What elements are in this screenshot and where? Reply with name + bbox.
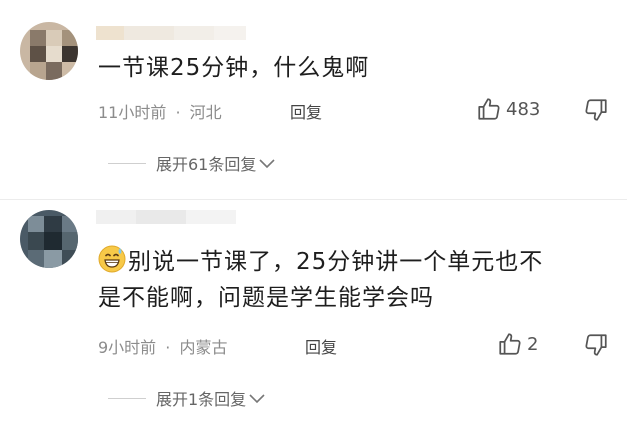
- username-blurred[interactable]: [96, 26, 246, 40]
- comment-meta: 11小时前 · 河北: [98, 99, 222, 123]
- reply-button[interactable]: 回复: [290, 99, 322, 123]
- comment-text: 别说一节课了，25分钟讲一个单元也不 是不能啊，问题是学生能学会吗: [98, 244, 618, 316]
- comment-time: 9小时前: [98, 338, 157, 357]
- chevron-down-icon: [259, 159, 275, 169]
- expand-replies-label: 展开1条回复: [156, 390, 247, 409]
- comment-text-line: 一节课25分钟，什么鬼啊: [98, 55, 370, 81]
- avatar[interactable]: [20, 22, 78, 80]
- comment-meta: 9小时前 · 内蒙古: [98, 334, 227, 358]
- comment-text-line1: 别说一节课了，25分钟讲一个单元也不: [128, 249, 544, 275]
- reply-button[interactable]: 回复: [305, 334, 337, 358]
- thumbs-up-icon: [478, 98, 500, 120]
- expand-replies-button[interactable]: 展开1条回复: [108, 386, 268, 410]
- like-button[interactable]: 483: [476, 96, 540, 122]
- username-blurred[interactable]: [96, 210, 236, 224]
- meta-separator: ·: [165, 338, 171, 357]
- avatar[interactable]: [20, 210, 78, 268]
- comment-location: 内蒙古: [179, 338, 228, 357]
- divider-dash: [108, 397, 146, 399]
- thumbs-up-icon: [499, 333, 521, 355]
- thumbs-down-icon: [585, 99, 607, 121]
- grin-sweat-icon: [98, 245, 126, 273]
- comment-item: 别说一节课了，25分钟讲一个单元也不 是不能啊，问题是学生能学会吗 9小时前 ·…: [0, 200, 627, 438]
- comment-text-line2: 是不能啊，问题是学生能学会吗: [98, 285, 434, 311]
- dislike-button[interactable]: [583, 97, 609, 127]
- thumbs-down-icon: [585, 334, 607, 356]
- like-button[interactable]: 2: [497, 331, 538, 357]
- comment-text: 一节课25分钟，什么鬼啊: [98, 50, 369, 86]
- meta-separator: ·: [175, 103, 181, 122]
- divider-dash: [108, 162, 146, 164]
- comment-location: 河北: [189, 103, 222, 122]
- dislike-button[interactable]: [583, 332, 609, 362]
- expand-replies-button[interactable]: 展开61条回复: [108, 151, 278, 175]
- like-count: 2: [527, 333, 539, 355]
- comment-text-line: 别说一节课了，25分钟讲一个单元也不: [98, 244, 618, 280]
- comment-time: 11小时前: [98, 103, 167, 122]
- expand-replies-label: 展开61条回复: [156, 155, 257, 174]
- chevron-down-icon: [249, 394, 265, 404]
- like-count: 483: [506, 98, 541, 120]
- comment-item: 一节课25分钟，什么鬼啊 11小时前 · 河北 回复 483 展开61条回复: [0, 0, 627, 200]
